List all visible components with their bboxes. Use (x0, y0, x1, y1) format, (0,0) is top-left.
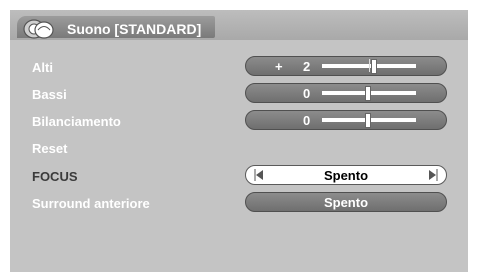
header-bar: Suono [STANDARD] (10, 10, 468, 40)
row-label-alti: Alti (32, 60, 53, 75)
row-label-surround: Surround anteriore (32, 196, 150, 211)
bilanciamento-slider[interactable]: 0 (245, 110, 447, 130)
alti-value: 2 (303, 59, 311, 74)
focus-value: Spento (323, 168, 369, 183)
arrow-right-icon[interactable] (428, 169, 438, 181)
bilanciamento-value: 0 (303, 113, 311, 128)
alti-center-tick (369, 59, 370, 72)
row-label-focus: FOCUS (32, 169, 78, 184)
row-label-bassi: Bassi (32, 87, 67, 102)
bilanciamento-knob[interactable] (365, 113, 371, 128)
focus-selector[interactable]: Spento (245, 165, 447, 185)
bassi-slider[interactable]: 0 (245, 83, 447, 103)
surround-value: Spento (323, 195, 369, 210)
sound-settings-panel: Suono [STANDARD] Alti + 2 Bassi 0 Bilanc… (10, 10, 468, 272)
alti-slider[interactable]: + 2 (245, 56, 447, 76)
alti-knob[interactable] (371, 59, 377, 74)
page-title: Suono [STANDARD] (67, 21, 202, 37)
reset-item[interactable]: Reset (32, 141, 67, 156)
alti-sign: + (275, 59, 283, 74)
bassi-value: 0 (303, 86, 311, 101)
row-label-bilanciamento: Bilanciamento (32, 114, 121, 129)
speaker-icon (23, 19, 54, 39)
surround-selector[interactable]: Spento (245, 192, 447, 212)
bassi-knob[interactable] (365, 86, 371, 101)
